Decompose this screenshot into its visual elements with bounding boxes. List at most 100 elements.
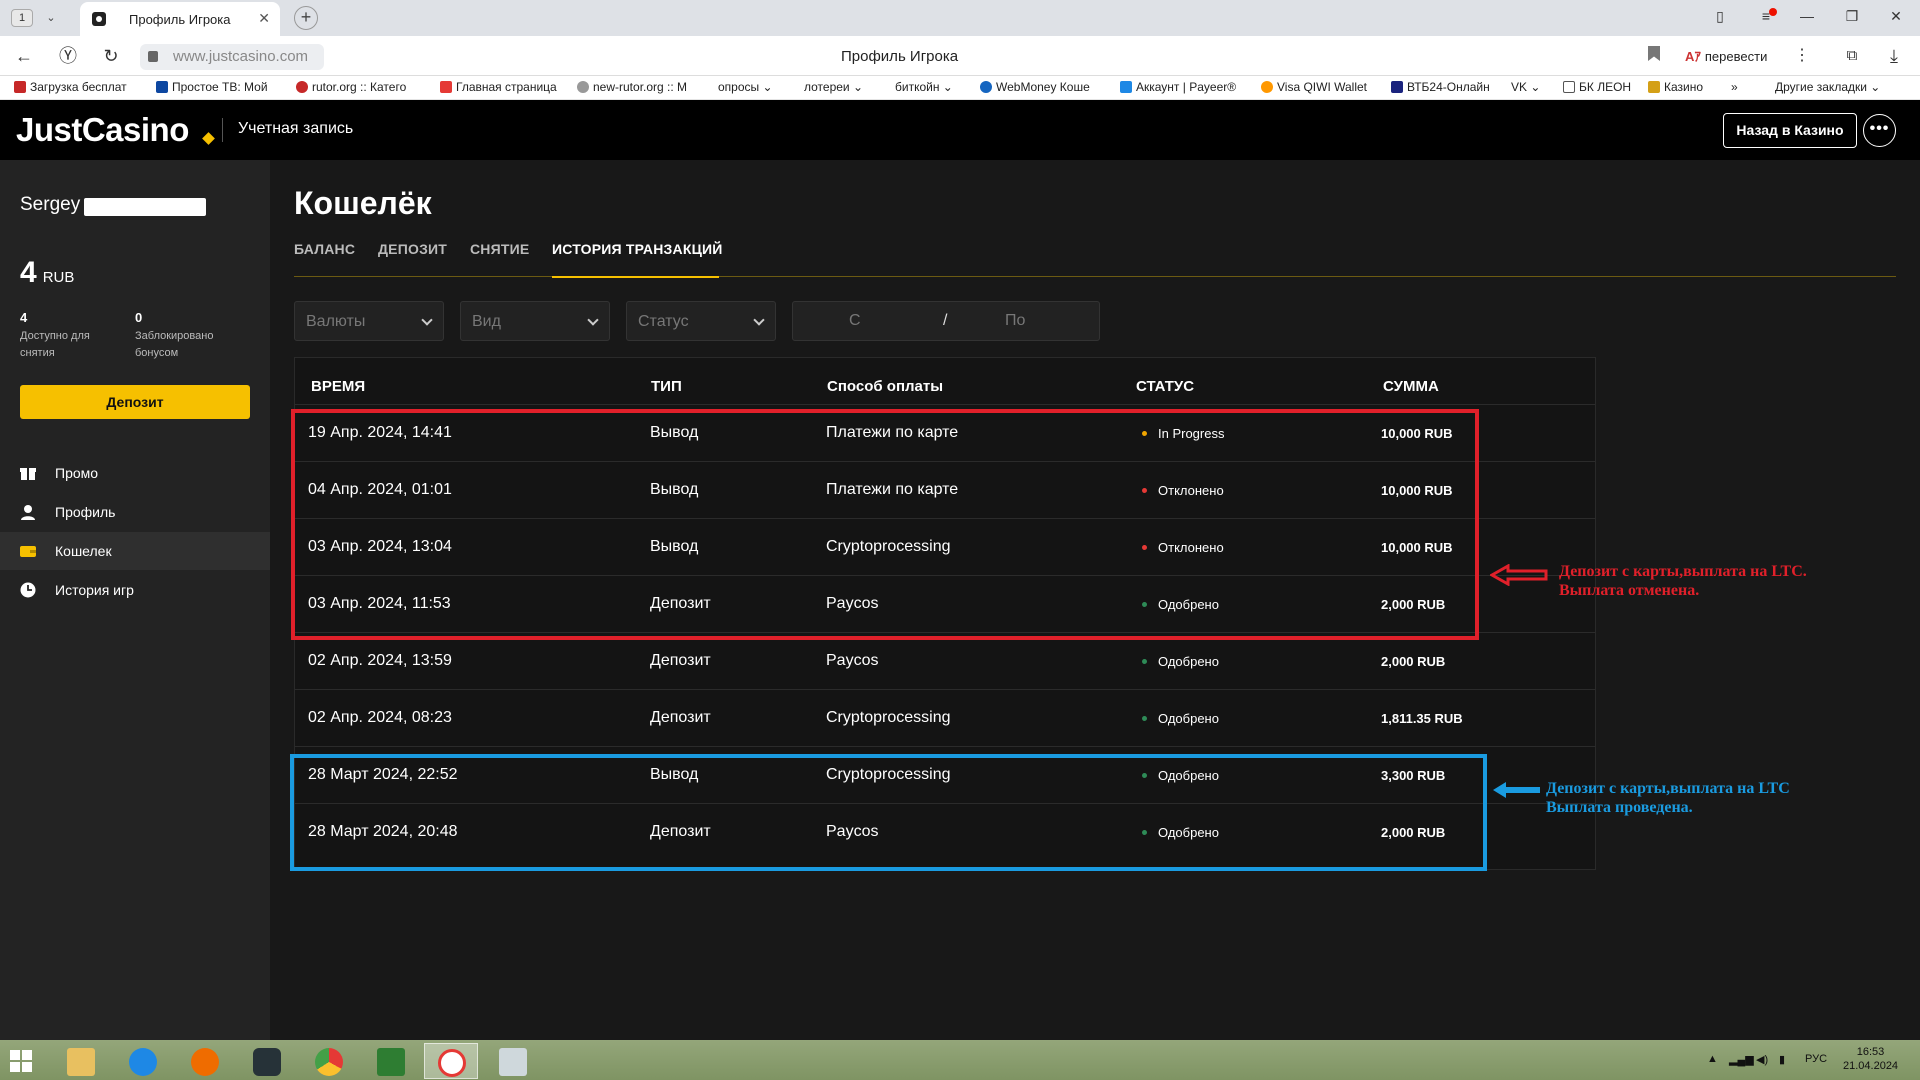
column-header-type: ТИП xyxy=(651,378,682,395)
tab-deposit[interactable]: ДЕПОЗИТ xyxy=(378,241,447,257)
system-clock[interactable]: 16:53 21.04.2024 xyxy=(1843,1045,1898,1073)
close-tab-icon[interactable]: ✕ xyxy=(258,10,270,27)
bookmark-item[interactable]: WebMoney Коше xyxy=(980,80,1104,94)
download-icon[interactable]: ⤓ xyxy=(1882,44,1906,68)
header-divider xyxy=(222,118,223,142)
bookmark-item[interactable]: БК ЛЕОН xyxy=(1563,80,1631,94)
table-row[interactable]: 02 Апр. 2024, 13:59 Депозит Paycos Одобрено… xyxy=(295,632,1595,689)
currency-filter-placeholder: Валюты xyxy=(306,313,366,330)
other-bookmarks-folder[interactable]: Другие закладки ⌄ xyxy=(1775,80,1880,94)
date-to-field[interactable]: По xyxy=(1005,312,1025,330)
date-separator: / xyxy=(943,312,948,329)
status-filter[interactable]: Статус xyxy=(626,301,776,341)
tab-withdraw[interactable]: СНЯТИЕ xyxy=(470,241,529,257)
bookmarks-panel-icon[interactable]: ▯ xyxy=(1710,8,1730,25)
sidebar-item-label: История игр xyxy=(55,582,134,598)
url-text: www.justcasino.com xyxy=(173,48,309,65)
volume-icon[interactable]: ◀) xyxy=(1756,1053,1768,1066)
translate-button[interactable]: Aｱ перевести xyxy=(1685,46,1767,65)
bookmark-item[interactable]: Visa QIWI Wallet xyxy=(1261,80,1367,94)
sidebar-item-promo[interactable]: Промо xyxy=(0,454,270,492)
browser-tab[interactable]: Профиль Игрока ✕ xyxy=(80,2,280,36)
vtb-icon xyxy=(1391,81,1403,93)
taskbar-nox[interactable] xyxy=(240,1043,294,1079)
status-filter-placeholder: Статус xyxy=(638,313,689,330)
bookmark-item[interactable]: Аккаунт | Payeer® xyxy=(1120,80,1246,94)
taskbar-yandex[interactable] xyxy=(424,1043,478,1079)
new-tab-button[interactable]: + xyxy=(294,6,318,30)
back-arrow-icon[interactable]: ← xyxy=(12,44,36,68)
sidebar-item-label: Промо xyxy=(55,465,99,481)
deposit-button[interactable]: Депозит xyxy=(20,385,250,419)
qiwi-icon xyxy=(1261,81,1273,93)
restore-window-icon[interactable]: ❐ xyxy=(1842,8,1862,25)
tab-transaction-history[interactable]: ИСТОРИЯ ТРАНЗАКЦИЙ xyxy=(552,241,723,257)
currency-filter[interactable]: Валюты xyxy=(294,301,444,341)
bookmark-folder[interactable]: биткойн ⌄ xyxy=(895,80,953,94)
account-label: Учетная запись xyxy=(238,120,354,137)
language-indicator[interactable]: РУС xyxy=(1805,1053,1827,1065)
available-label: Доступно для снятия xyxy=(20,330,90,359)
cell-status: Одобрено xyxy=(1142,654,1219,669)
active-tab-indicator xyxy=(552,276,719,278)
bookmarks-overflow[interactable]: » xyxy=(1731,80,1738,94)
account-sidebar: Sergey 4 RUB 4 Доступно для снятия 0 Забл… xyxy=(0,160,270,1040)
taskbar-explorer[interactable] xyxy=(54,1043,108,1079)
bookmark-folder[interactable]: опросы ⌄ xyxy=(718,80,773,94)
bookmark-item[interactable]: Казино xyxy=(1648,80,1703,94)
tab-count-badge[interactable]: 1 xyxy=(11,9,33,27)
reload-icon[interactable]: ↻ xyxy=(99,44,123,68)
cell-type: Депозит xyxy=(650,652,711,669)
close-window-icon[interactable]: ✕ xyxy=(1886,8,1906,25)
taskbar-calculator[interactable] xyxy=(486,1043,540,1079)
internet-explorer-icon xyxy=(129,1048,157,1076)
bookmark-item[interactable]: ВТБ24-Онлайн xyxy=(1391,80,1490,94)
red-arrow-icon xyxy=(1490,564,1548,586)
taskbar-chrome[interactable] xyxy=(302,1043,356,1079)
table-row[interactable]: 02 Апр. 2024, 08:23 Депозит Cryptoprocessi… xyxy=(295,689,1595,746)
sidebar-item-wallet[interactable]: Кошелек xyxy=(0,532,270,570)
address-bar: ← Ⓨ ↻ www.justcasino.com Профиль Игрока … xyxy=(0,36,1920,76)
more-options-button[interactable]: ••• xyxy=(1863,114,1896,147)
taskbar-ie[interactable] xyxy=(116,1043,170,1079)
bookmark-folder[interactable]: лотереи ⌄ xyxy=(804,80,863,94)
taskbar-excel[interactable] xyxy=(364,1043,418,1079)
bookmark-item[interactable]: Загрузка бесплат xyxy=(14,80,142,94)
back-to-casino-button[interactable]: Назад в Казино xyxy=(1723,113,1857,148)
tab-list-chevron-icon[interactable]: ⌄ xyxy=(40,8,62,28)
column-header-method: Способ оплаты xyxy=(827,378,944,395)
bookmark-item[interactable]: Простое ТВ: Мой xyxy=(156,80,278,94)
browser-tab-bar: 1 ⌄ Профиль Игрока ✕ + ▯ ≡ — ❐ ✕ xyxy=(0,0,1920,36)
battery-icon[interactable]: ▮ xyxy=(1779,1053,1785,1066)
date-range-filter[interactable]: С / По xyxy=(792,301,1100,341)
bookmark-item[interactable]: rutor.org :: Катего xyxy=(296,80,422,94)
justcasino-logo[interactable]: JustCasino xyxy=(16,111,189,149)
tray-expand-icon[interactable]: ▲ xyxy=(1707,1053,1718,1065)
red-annotation-line2: Выплата отменена. xyxy=(1559,582,1700,599)
cell-time: 02 Апр. 2024, 13:59 xyxy=(308,652,452,669)
chrome-icon xyxy=(315,1048,343,1076)
blue-highlight-box xyxy=(290,754,1487,871)
taskbar-firefox[interactable] xyxy=(178,1043,232,1079)
network-icon[interactable]: ▂▄▆ xyxy=(1729,1053,1754,1066)
spreadsheet-icon xyxy=(377,1048,405,1076)
windows-start-icon[interactable] xyxy=(10,1050,32,1072)
yandex-icon[interactable]: Ⓨ xyxy=(56,44,80,68)
date-from-field[interactable]: С xyxy=(849,312,861,330)
bookmark-item[interactable]: new-rutor.org :: M xyxy=(577,80,701,94)
browser-tab-title: Профиль Игрока xyxy=(129,12,231,27)
collections-icon[interactable]: ⧉ xyxy=(1840,44,1864,68)
webmoney-icon xyxy=(980,81,992,93)
type-filter[interactable]: Вид xyxy=(460,301,610,341)
nox-icon xyxy=(253,1048,281,1076)
rutor-icon xyxy=(296,81,308,93)
url-chip[interactable]: www.justcasino.com xyxy=(140,44,324,70)
tab-balance[interactable]: БАЛАНС xyxy=(294,241,355,257)
minimize-window-icon[interactable]: — xyxy=(1797,8,1817,24)
chevron-down-icon xyxy=(753,314,765,326)
sidebar-item-profile[interactable]: Профиль xyxy=(0,493,270,531)
bookmark-item[interactable]: Главная страница xyxy=(440,80,560,94)
sidebar-item-game-history[interactable]: История игр xyxy=(0,571,270,609)
bookmark-folder[interactable]: VK ⌄ xyxy=(1511,80,1540,94)
more-vert-icon[interactable]: ⋮ xyxy=(1790,44,1814,68)
